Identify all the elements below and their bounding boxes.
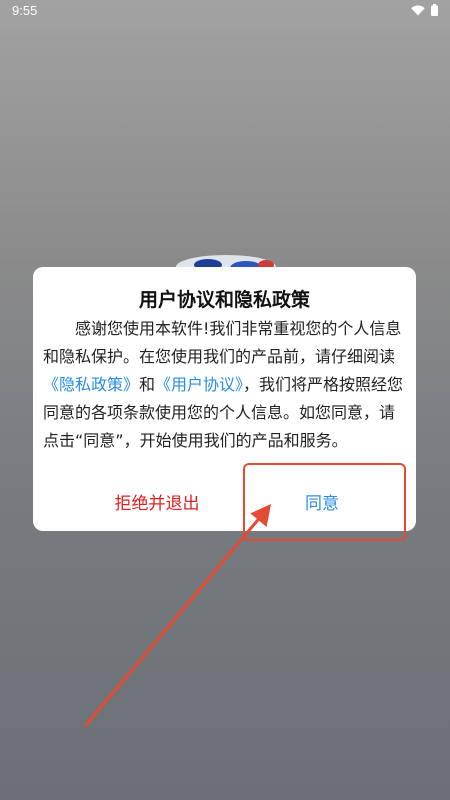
battery-icon bbox=[431, 4, 438, 16]
status-time: 9:55 bbox=[12, 3, 38, 18]
arrow-shaft bbox=[84, 513, 264, 727]
agree-button[interactable]: 同意 bbox=[242, 483, 402, 519]
dialog-title: 用户协议和隐私政策 bbox=[138, 289, 310, 311]
status-icons bbox=[411, 4, 438, 16]
user-agreement-link[interactable]: 《用户协议》 bbox=[155, 375, 243, 394]
body-intro: 感谢您使用本软件!我们非常重视您的个人信息和隐私保护。在您使用我们的产品前，请仔… bbox=[43, 319, 402, 366]
body-conjunction: 和 bbox=[139, 375, 156, 394]
wifi-icon bbox=[411, 5, 425, 15]
privacy-dialog: 用户协议和隐私政策 感谢您使用本软件!我们非常重视您的个人信息和隐私保护。在您使… bbox=[33, 267, 416, 531]
privacy-policy-link[interactable]: 《隐私政策》 bbox=[43, 375, 139, 394]
status-bar: 9:55 bbox=[0, 0, 450, 22]
reject-and-exit-button[interactable]: 拒绝并退出 bbox=[73, 483, 241, 519]
dialog-body: 感谢您使用本软件!我们非常重视您的个人信息和隐私保护。在您使用我们的产品前，请仔… bbox=[43, 315, 408, 455]
